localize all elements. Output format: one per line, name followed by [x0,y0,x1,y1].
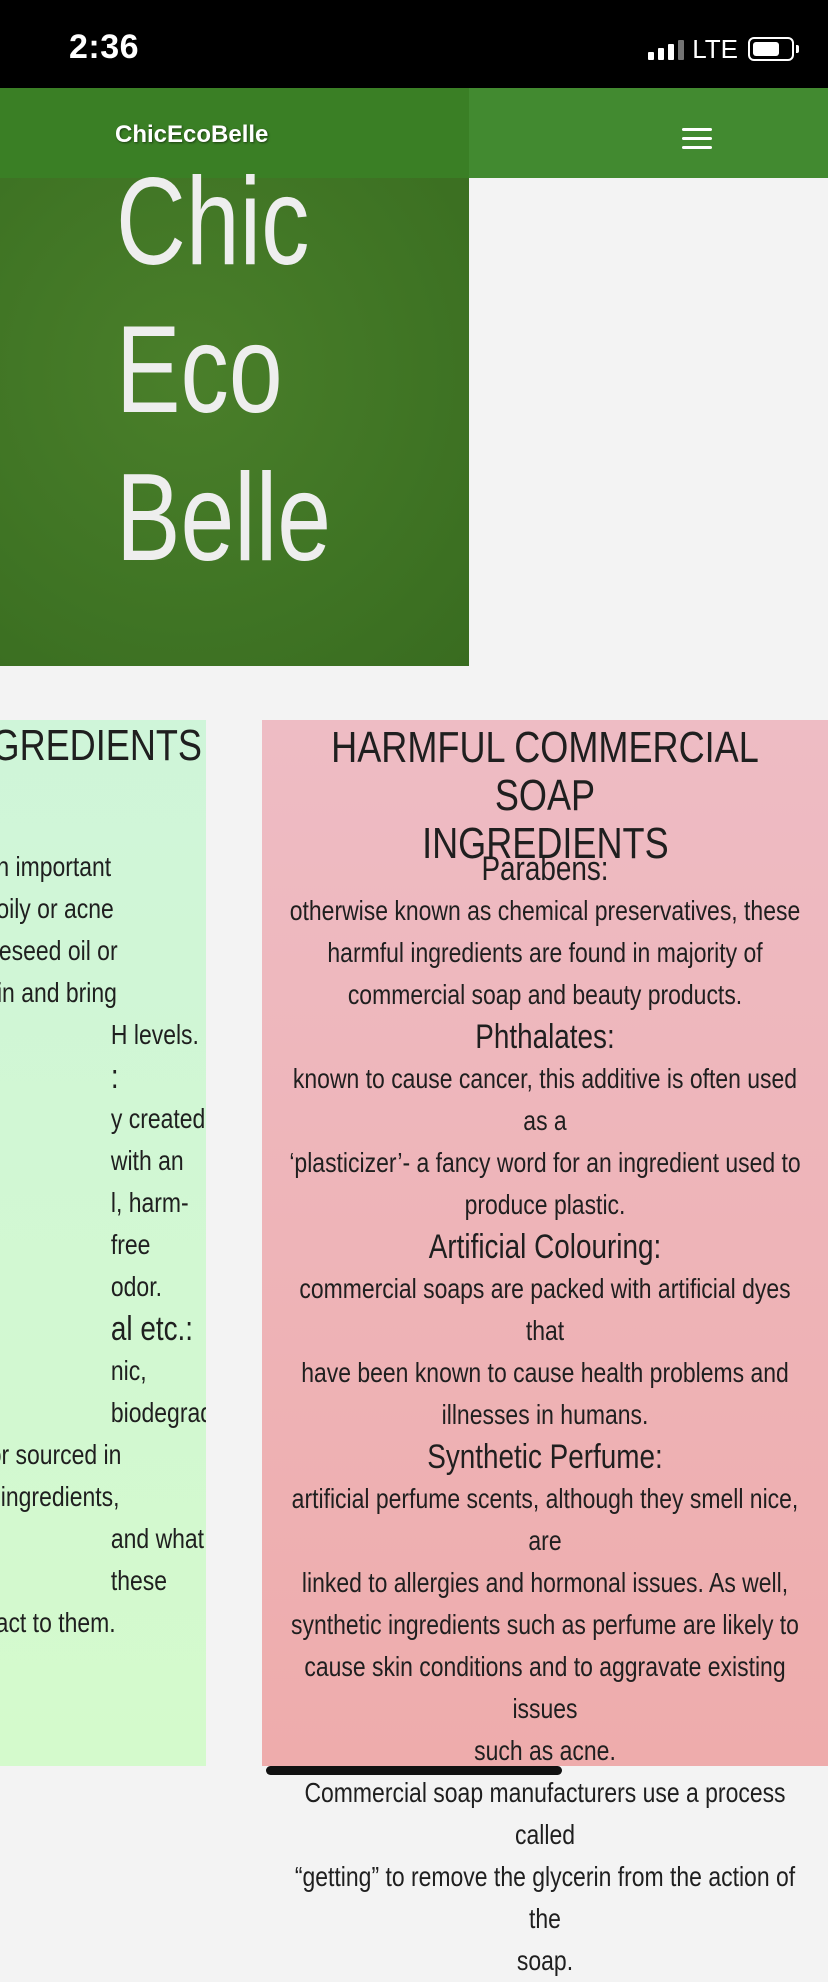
good-line: H levels. [110,1019,199,1050]
hero-line-belle: Belle [116,449,332,587]
network-label: LTE [692,33,738,64]
phthalates-line: ‘plasticizer’- a fancy word for an ingre… [289,1147,801,1178]
good-line: hemical ingredients, [0,1481,120,1512]
closing-line: “getting” to remove the glycerin from th… [294,1861,796,1934]
good-line: y created with an [110,1103,206,1176]
site-brand-link[interactable]: ChicEcoBelle [115,121,268,149]
phthalates-heading: Phthalates: [475,1018,615,1056]
perfume-line: synthetic ingredients such as perfume ar… [291,1609,799,1640]
good-card-body: tually an important u have oily or acne … [0,846,206,1644]
parabens-line: otherwise known as chemical preservative… [289,895,801,926]
good-line: l, harm-free odor. [110,1187,189,1302]
perfume-line: cause skin conditions and to aggravate e… [304,1651,786,1724]
phthalates-line: produce plastic. [464,1189,626,1220]
status-bar: 2:36 LTE [0,0,828,88]
good-line: y will react to them. [0,1607,116,1638]
good-line: : [110,1058,119,1096]
good-ingredients-card: P INGREDIENTS tually an important u have… [0,720,206,1766]
hero-title: Chic Eco Belle [116,148,331,592]
good-line: duced, or sourced in [0,1439,122,1470]
good-line: oil, grapeseed oil or [0,935,118,966]
parabens-line: commercial soap and beauty products. [347,979,743,1010]
battery-icon [748,37,799,61]
good-heading: al etc.: [110,1310,194,1348]
colouring-line: illnesses in humans. [441,1399,649,1430]
perfume-line: linked to allergies and hormonal issues.… [301,1567,789,1598]
perfume-heading: Synthetic Perfume: [427,1438,663,1476]
menu-hamburger-icon[interactable] [682,128,712,150]
good-line: tually an important [0,851,112,882]
harmful-card-body: Parabens: otherwise known as chemical pr… [232,848,828,1982]
parabens-line: harmful ingredients are found in majorit… [327,937,763,968]
good-line: and what these [110,1523,205,1596]
hero-line-chic: Chic [116,153,310,291]
colouring-line: have been known to cause health problems… [301,1357,789,1388]
harmful-ingredients-card: HARMFUL COMMERCIAL SOAP INGREDIENTS Para… [262,720,828,1976]
parabens-heading: Parabens: [481,850,609,888]
colouring-line: commercial soaps are packed with artific… [299,1273,791,1346]
closing-line: Commercial soap manufacturers use a proc… [304,1777,786,1850]
harmful-title-line1: HARMFUL COMMERCIAL SOAP [331,723,759,820]
phthalates-line: known to cause cancer, this additive is … [292,1063,798,1136]
perfume-line: artificial perfume scents, although they… [291,1483,799,1556]
home-indicator[interactable] [266,1766,562,1775]
good-card-title: P INGREDIENTS [0,721,202,770]
good-line: urize skin and bring [0,977,117,1008]
hero-line-eco: Eco [116,301,283,439]
signal-icon [648,38,685,60]
hero-banner: Chic Eco Belle [0,153,469,666]
good-line: nic, biodegradable [110,1355,206,1428]
good-line: u have oily or acne [0,893,114,924]
status-indicators: LTE [648,33,799,64]
closing-line: soap. [516,1945,574,1976]
harmful-card-title: HARMFUL COMMERCIAL SOAP INGREDIENTS [262,722,828,868]
status-time: 2:36 [69,28,140,66]
colouring-heading: Artificial Colouring: [428,1228,662,1266]
